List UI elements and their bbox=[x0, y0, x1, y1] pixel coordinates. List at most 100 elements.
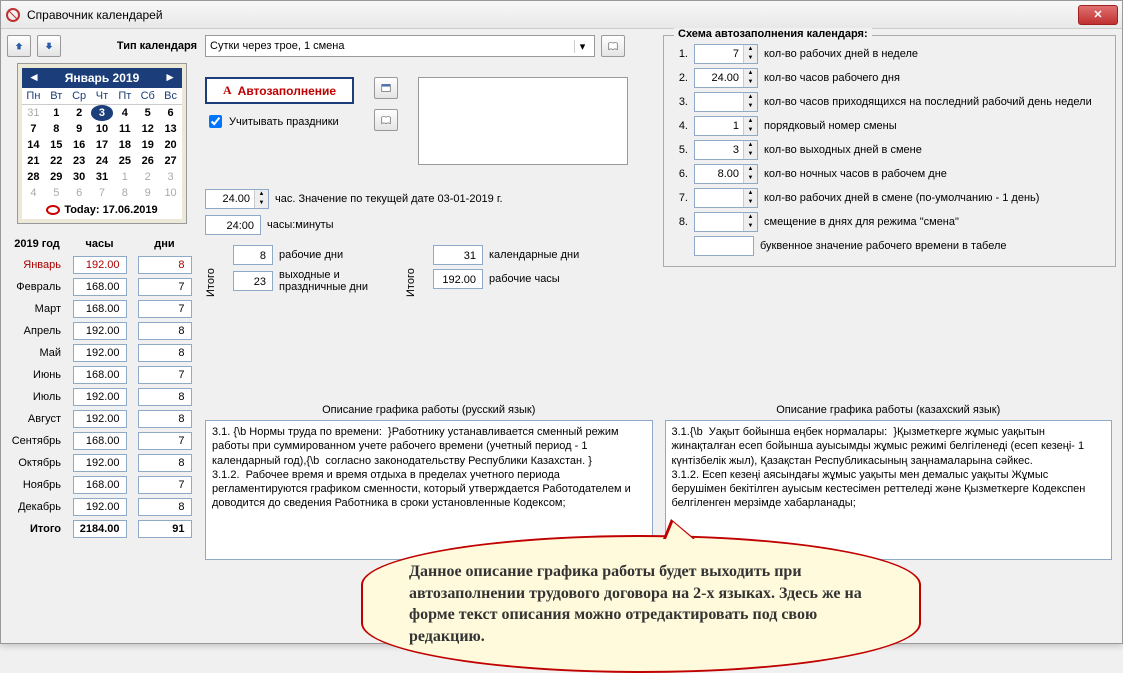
today-link[interactable]: Today: 17.06.2019 bbox=[22, 201, 182, 219]
calendar-day[interactable]: 6 bbox=[68, 185, 91, 201]
month-days: 7 bbox=[138, 278, 192, 296]
month-hours: 192.00 bbox=[73, 344, 127, 362]
close-button[interactable]: ✕ bbox=[1078, 5, 1118, 25]
calendar-day[interactable]: 31 bbox=[91, 169, 114, 185]
calendar-day[interactable]: 22 bbox=[45, 153, 68, 169]
calendar-day[interactable]: 23 bbox=[68, 153, 91, 169]
year-row[interactable]: Сентябрь168.007 bbox=[7, 430, 197, 452]
calendar-day[interactable]: 5 bbox=[45, 185, 68, 201]
calendar-day[interactable]: 24 bbox=[91, 153, 114, 169]
month-days: 8 bbox=[138, 454, 192, 472]
col-days: дни bbox=[132, 234, 197, 254]
calendar-day[interactable]: 6 bbox=[159, 105, 182, 121]
autofill-button[interactable]: A Автозаполнение bbox=[205, 77, 354, 104]
calendar-day[interactable]: 18 bbox=[113, 137, 136, 153]
calendar-day[interactable]: 1 bbox=[113, 169, 136, 185]
calendar-day[interactable]: 31 bbox=[22, 105, 45, 121]
scheme-spin[interactable]: ▲▼ bbox=[694, 116, 758, 136]
year-row[interactable]: Август192.008 bbox=[7, 408, 197, 430]
calendar-day[interactable]: 1 bbox=[45, 105, 68, 121]
scheme-row: 1.▲▼кол-во рабочих дней в неделе bbox=[674, 44, 1105, 64]
calendar-dow: Пн bbox=[22, 88, 45, 105]
year-row[interactable]: Февраль168.007 bbox=[7, 276, 197, 298]
year-row[interactable]: Март168.007 bbox=[7, 298, 197, 320]
calendar-day[interactable]: 9 bbox=[68, 121, 91, 137]
year-label: 2019 год bbox=[7, 234, 67, 254]
scheme-spin[interactable]: ▲▼ bbox=[694, 68, 758, 88]
calendar-day[interactable]: 8 bbox=[113, 185, 136, 201]
year-row[interactable]: Апрель192.008 bbox=[7, 320, 197, 342]
calendar-day[interactable]: 2 bbox=[136, 169, 159, 185]
year-row[interactable]: Ноябрь168.007 bbox=[7, 474, 197, 496]
calendar-day[interactable]: 17 bbox=[91, 137, 114, 153]
totals-days: 91 bbox=[138, 520, 192, 538]
month-name: Июнь bbox=[7, 364, 67, 386]
calendar-day[interactable]: 20 bbox=[159, 137, 182, 153]
scheme-spin[interactable]: ▲▼ bbox=[694, 92, 758, 112]
calendar-day[interactable]: 4 bbox=[22, 185, 45, 201]
scheme-spin[interactable]: ▲▼ bbox=[694, 44, 758, 64]
calendar-day[interactable]: 11 bbox=[113, 121, 136, 137]
scheme-spin[interactable]: ▲▼ bbox=[694, 188, 758, 208]
month-days: 7 bbox=[138, 476, 192, 494]
calendar-day[interactable]: 7 bbox=[22, 121, 45, 137]
calendar-day[interactable]: 10 bbox=[159, 185, 182, 201]
calendar-day[interactable]: 9 bbox=[136, 185, 159, 201]
calendar-day[interactable]: 8 bbox=[45, 121, 68, 137]
month-name: Январь bbox=[7, 254, 67, 276]
calendar-day[interactable]: 16 bbox=[68, 137, 91, 153]
work-hours-box: 192.00 bbox=[433, 269, 483, 289]
month-hours: 192.00 bbox=[73, 410, 127, 428]
calendar-day[interactable]: 28 bbox=[22, 169, 45, 185]
move-up-button[interactable] bbox=[7, 35, 31, 57]
calendar-day[interactable]: 29 bbox=[45, 169, 68, 185]
calendar-day[interactable]: 3 bbox=[159, 169, 182, 185]
calendar-day[interactable]: 15 bbox=[45, 137, 68, 153]
calendar-dow: Вс bbox=[159, 88, 182, 105]
month-calendar[interactable]: ◄ Январь 2019 ► ПнВтСрЧтПтСбВс3112345678… bbox=[17, 63, 187, 224]
calendar-type-combo[interactable]: Сутки через трое, 1 смена ▾ bbox=[205, 35, 595, 57]
calendar-day[interactable]: 5 bbox=[136, 105, 159, 121]
calendar-day[interactable]: 13 bbox=[159, 121, 182, 137]
move-down-button[interactable] bbox=[37, 35, 61, 57]
year-row[interactable]: Октябрь192.008 bbox=[7, 452, 197, 474]
holidays-checkbox[interactable] bbox=[209, 115, 222, 128]
autofill-icon: A bbox=[223, 83, 232, 98]
calendar-day[interactable]: 21 bbox=[22, 153, 45, 169]
notes-textarea[interactable] bbox=[418, 77, 628, 165]
calendar-day[interactable]: 25 bbox=[113, 153, 136, 169]
calendar-day[interactable]: 30 bbox=[68, 169, 91, 185]
year-row[interactable]: Декабрь192.008 bbox=[7, 496, 197, 518]
letter-box[interactable] bbox=[694, 236, 754, 256]
calendar-day[interactable]: 12 bbox=[136, 121, 159, 137]
year-row[interactable]: Май192.008 bbox=[7, 342, 197, 364]
hours-spin[interactable]: ▲▼ bbox=[205, 189, 269, 209]
month-hours: 192.00 bbox=[73, 322, 127, 340]
year-row[interactable]: Июнь168.007 bbox=[7, 364, 197, 386]
calendar-day[interactable]: 19 bbox=[136, 137, 159, 153]
scheme-spin[interactable]: ▲▼ bbox=[694, 212, 758, 232]
calendar-dow: Сб bbox=[136, 88, 159, 105]
hm-box[interactable]: 24:00 bbox=[205, 215, 261, 235]
calendar-day[interactable]: 4 bbox=[113, 105, 136, 121]
scheme-spin[interactable]: ▲▼ bbox=[694, 164, 758, 184]
scheme-row: 2.▲▼кол-во часов рабочего дня bbox=[674, 68, 1105, 88]
calendar-day[interactable]: 26 bbox=[136, 153, 159, 169]
calendar-day[interactable]: 3 bbox=[91, 105, 114, 121]
year-row[interactable]: Январь192.008 bbox=[7, 254, 197, 276]
scheme-spin[interactable]: ▲▼ bbox=[694, 140, 758, 160]
calendar-day[interactable]: 27 bbox=[159, 153, 182, 169]
scheme-row: 7.▲▼кол-во рабочих дней в смене (по-умол… bbox=[674, 188, 1105, 208]
next-month-button[interactable]: ► bbox=[164, 70, 176, 84]
open-reference-button[interactable] bbox=[601, 35, 625, 57]
book-icon-button[interactable] bbox=[374, 109, 398, 131]
col-hours: часы bbox=[67, 234, 132, 254]
calendar-day[interactable]: 14 bbox=[22, 137, 45, 153]
month-name: Декабрь bbox=[7, 496, 67, 518]
prev-month-button[interactable]: ◄ bbox=[28, 70, 40, 84]
calendar-day[interactable]: 10 bbox=[91, 121, 114, 137]
calendar-icon-button[interactable] bbox=[374, 77, 398, 99]
year-row[interactable]: Июль192.008 bbox=[7, 386, 197, 408]
calendar-day[interactable]: 2 bbox=[68, 105, 91, 121]
calendar-day[interactable]: 7 bbox=[91, 185, 114, 201]
